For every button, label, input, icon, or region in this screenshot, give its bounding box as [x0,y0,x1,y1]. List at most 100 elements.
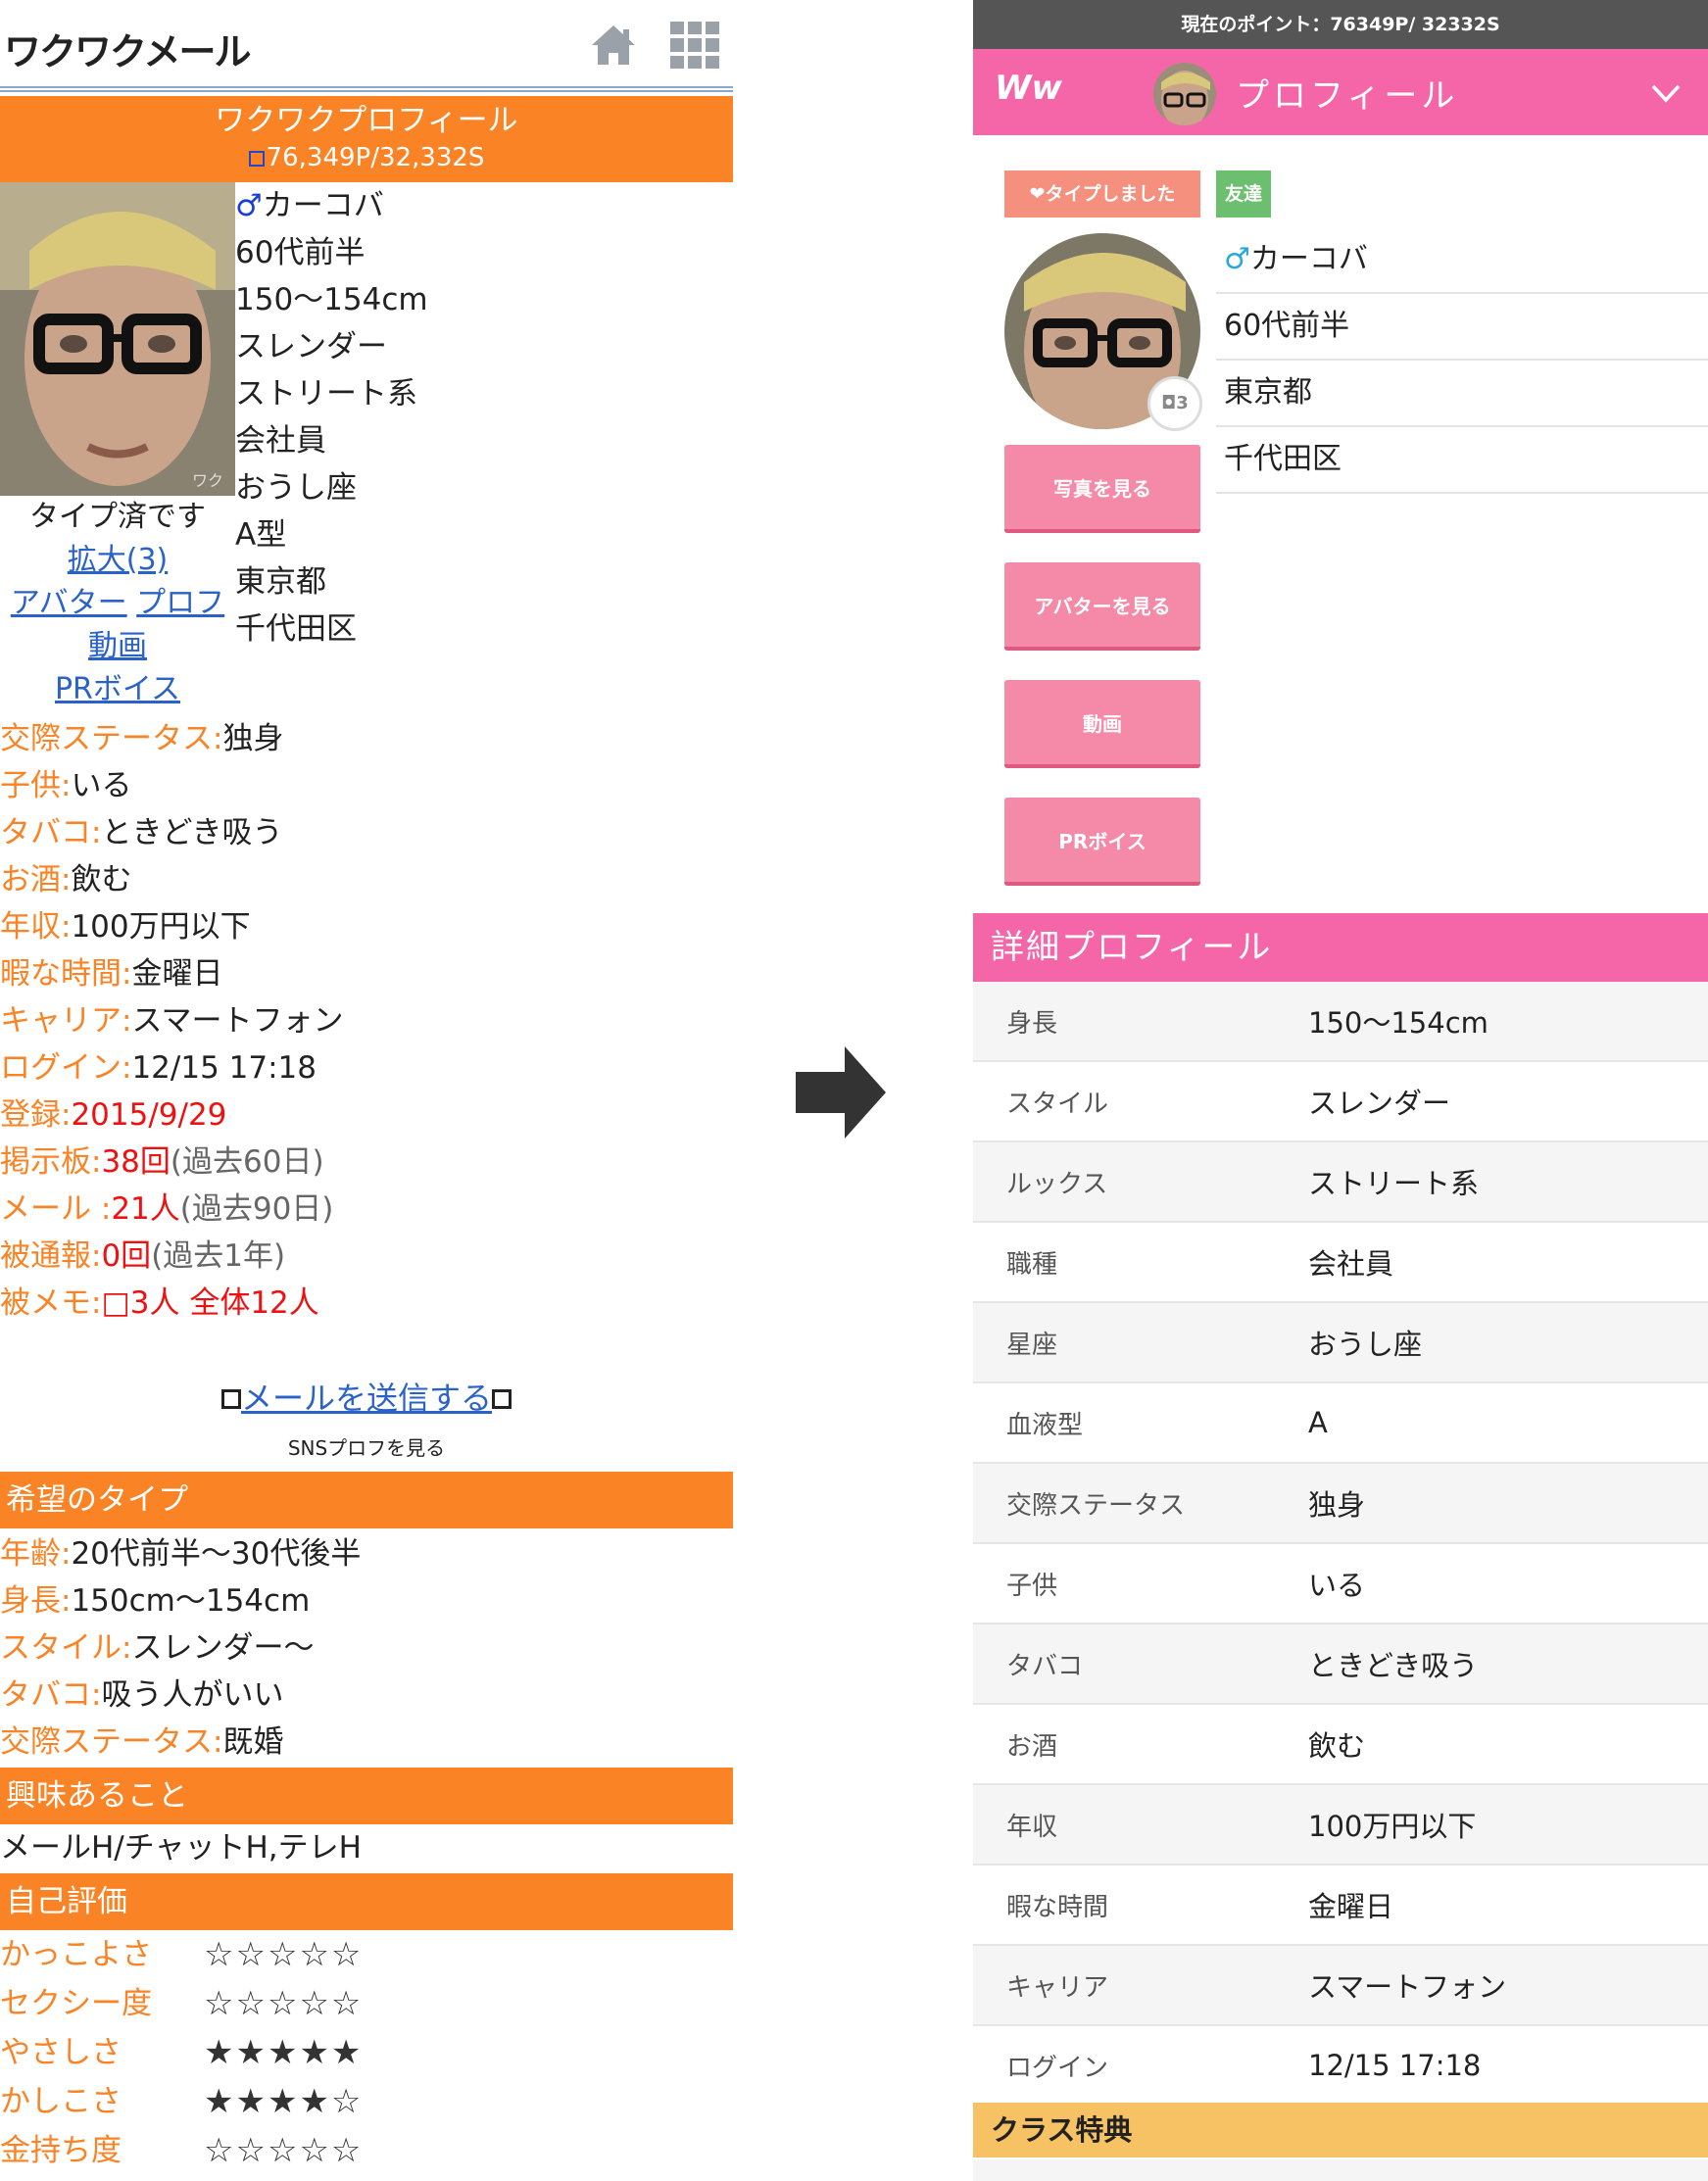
interest-text: メールH/チャットH,テレH [0,1830,362,1866]
table-row: お酒 飲む [973,1705,1708,1785]
class-benefit-header: クラス特典 [973,2103,1708,2157]
self-eval-list: かっこよさ ☆☆☆☆☆ セクシー度 ☆☆☆☆☆ やさしさ ★★★★★ かしこさ ★★★★… [0,1930,733,2175]
pr-voice-link[interactable]: PRボイス [55,672,180,706]
rating-row: 金持ち度 ☆☆☆☆☆ [0,2126,733,2175]
typed-status: タイプ済です [29,500,206,534]
rating-row: かっこよさ ☆☆☆☆☆ [0,1930,733,1979]
send-mail-link[interactable]: メールを送信する [241,1380,492,1417]
home-icon[interactable] [588,22,639,69]
wish-row: 交際ステータス:既婚 [0,1724,284,1760]
table-row: 暇な時間 金曜日 [973,1866,1708,1946]
camera-icon[interactable]: ◘3 [1147,376,1202,431]
detail-row: 交際ステータス:独身 [0,721,284,756]
prefecture: 東京都 [1216,361,1708,427]
star-rating: ☆☆☆☆☆ [204,1984,364,2023]
rating-row: かしこさ ★★★★☆ [0,2077,733,2126]
city: 千代田区 [1216,427,1708,494]
detail-row: 子供:いる [0,768,132,803]
wakuwaku-logo[interactable]: ワクワクメール [4,22,251,75]
points-bar: 現在のポイント：76349P/ 32332S [973,0,1708,49]
zoom-link[interactable]: 拡大(3) [68,543,169,577]
video-button[interactable]: 動画 [1004,680,1200,768]
rating-row: やさしさ ★★★★★ [0,2028,733,2077]
interest-section-header: 興味あること [0,1768,733,1824]
avatar-link[interactable]: アバター [11,586,127,620]
age: 60代前半 [235,235,366,270]
points-icon [248,151,265,167]
board-row: 掲示板:38回(過去60日) [0,1144,324,1180]
banner-title: ワクワクプロフィール [215,103,518,138]
wish-row: タバコ:吸う人がいい [0,1677,284,1713]
basic-info: ♂カーコバ 60代前半 東京都 千代田区 [1216,227,1708,494]
male-icon: ♂ [235,188,263,223]
report-row: 被通報:0回(過去1年) [0,1238,286,1274]
detail-row: 年収:100万円以下 [0,909,251,945]
wish-list: 年齢:20代前半〜30代後半 身長:150cm〜154cm スタイル:スレンダー… [0,1530,733,1766]
rating-row: セクシー度 ☆☆☆☆☆ [0,1979,733,2028]
detail-section-header: 詳細プロフィール [973,913,1708,982]
friend-badge: 友達 [1216,170,1271,218]
banner-points: 76,349P/32,332S [0,143,733,172]
detail-row: ログイン:12/15 17:18 [0,1050,317,1086]
memo-box-icon: □ [101,1285,130,1321]
detail-list: 交際ステータス:独身 子供:いる タバコ:ときどき吸う お酒:飲む 年収:100… [0,715,733,1327]
star-rating: ★★★★☆ [204,2082,364,2121]
view-avatar-button[interactable]: アバターを見る [1004,562,1200,651]
basic-info: ♂カーコバ 60代前半 150〜154cm スレンダー ストリート系 会社員 お… [235,182,725,653]
detail-table: 身長 150〜154cm スタイル スレンダー ルックス ストリート系 職種 会社員 星… [973,982,1708,2107]
svg-text:ワク: ワク [192,471,223,490]
age: 60代前半 [1216,294,1708,361]
view-photo-button[interactable]: 写真を見る [1004,445,1200,533]
box-icon [492,1389,512,1409]
star-rating: ★★★★★ [204,2033,364,2072]
memo-row: 被メモ:□3人 全体12人 [0,1285,319,1321]
table-row: 年収 100万円以下 [973,1785,1708,1866]
profile-photo[interactable]: ワク [0,182,235,496]
looks: ストリート系 [235,376,417,412]
grid-menu-icon[interactable] [670,22,719,69]
detail-row: 暇な時間:金曜日 [0,956,223,992]
blood-type: A型 [235,517,287,553]
table-row: 血液型 A [973,1383,1708,1464]
detail-row: キャリア:スマートフォン [0,1003,344,1039]
avatar [1153,63,1216,125]
wish-row: スタイル:スレンダー〜 [0,1630,315,1666]
table-row: スタイル スレンダー [973,1062,1708,1142]
table-row: 交際ステータス 独身 [973,1464,1708,1544]
job: 会社員 [235,423,326,459]
right-arrow-icon [796,1046,886,1139]
mail-row: メール :21人(過去90日) [0,1191,334,1227]
star-rating: ☆☆☆☆☆ [204,1935,364,1974]
user-name: カーコバ [1249,242,1368,276]
table-row: タバコ ときどき吸う [973,1624,1708,1705]
pr-voice-button[interactable]: PRボイス [1004,798,1200,886]
name-row: ♂カーコバ [1216,227,1708,294]
ww-logo[interactable]: Ww [995,69,1062,108]
male-icon: ♂ [1224,242,1250,276]
self-eval-section-header: 自己評価 [0,1873,733,1930]
table-row: 身長 150〜154cm [973,982,1708,1062]
sns-profile-link[interactable]: SNSプロフを見る [0,1432,733,1461]
table-row: 星座 おうし座 [973,1303,1708,1383]
wish-section-header: 希望のタイプ [0,1472,733,1528]
table-row: 子供 いる [973,1544,1708,1624]
send-mail-row: メールを送信する [0,1374,733,1419]
old-profile-screen: ワクワクメール ワクワクプロフィール 76,349P/32,332S ワク タイ… [0,0,733,2181]
style: スレンダー [235,329,387,364]
wish-row: 身長:150cm〜154cm [0,1583,311,1619]
user-name: カーコバ [262,188,384,223]
name-row: ♂カーコバ [235,182,725,229]
typed-badge: ❤タイプしました [1004,170,1200,218]
height: 150〜154cm [235,282,428,317]
box-icon [220,1389,241,1409]
star-rating: ☆☆☆☆☆ [204,2131,364,2170]
table-row: 職種 会社員 [973,1223,1708,1303]
table-row: ルックス ストリート系 [973,1142,1708,1223]
detail-row: タバコ:ときどき吸う [0,815,283,850]
class-benefit-row [973,2159,1708,2181]
table-row: キャリア スマートフォン [973,1946,1708,2026]
right-header: Ww プロフィール [973,49,1708,135]
star-sign: おうし座 [235,470,357,506]
photo-links: タイプ済です 拡大(3) アバター プロフ動画 PRボイス [0,496,235,711]
chevron-down-icon[interactable] [1649,76,1683,110]
